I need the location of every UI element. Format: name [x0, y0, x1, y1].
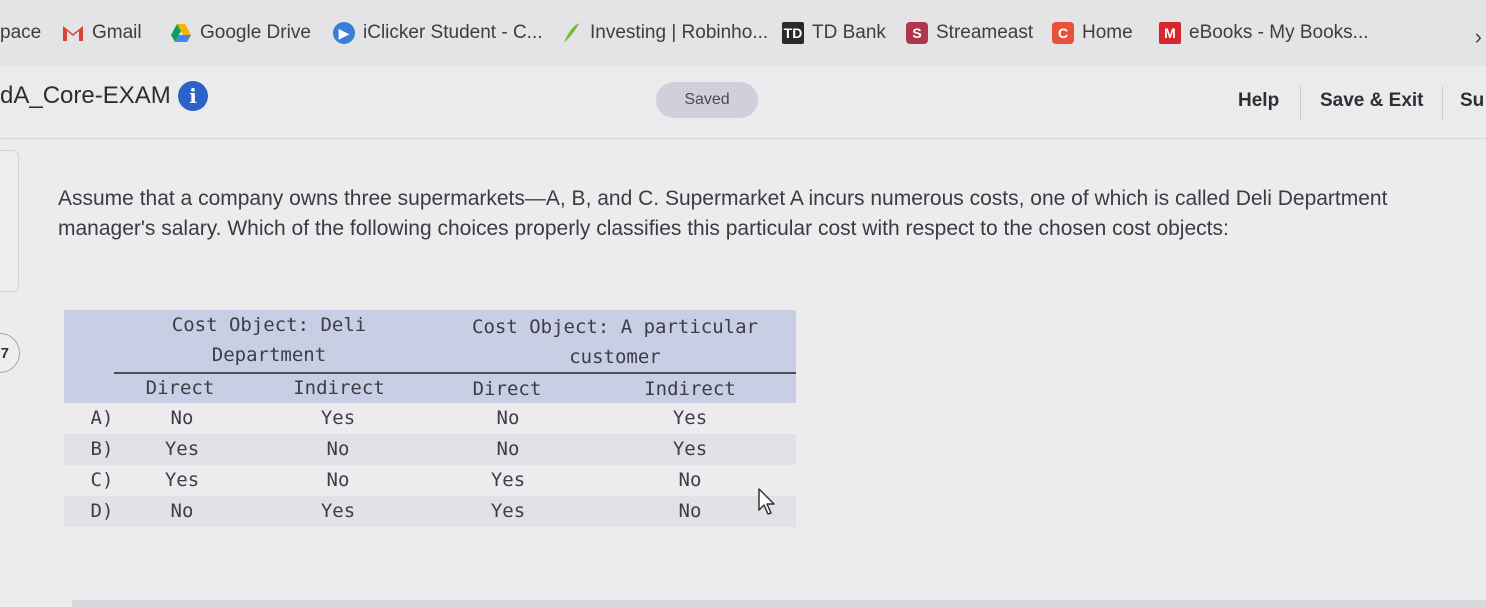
save-exit-button[interactable]: Save & Exit	[1320, 90, 1424, 112]
bookmark-label: iClicker Student - C...	[363, 22, 543, 43]
table-cell: No	[326, 469, 350, 491]
column-header-direct: Direct	[145, 377, 215, 399]
divider	[1442, 86, 1443, 120]
table-cell: Yes	[490, 469, 526, 491]
table-cell: Yes	[490, 500, 526, 522]
mheducation-icon: M	[1159, 22, 1181, 44]
iclicker-icon: ▶	[333, 22, 355, 44]
bookmark-label: Home	[1082, 22, 1133, 43]
saved-status-badge: Saved	[656, 82, 758, 118]
bookmark-home[interactable]: C Home	[1052, 22, 1133, 44]
table-cell: No	[678, 469, 702, 491]
streameast-icon: S	[906, 22, 928, 44]
td-bank-icon: TD	[782, 22, 804, 44]
bookmark-td-bank[interactable]: TD TD Bank	[782, 22, 886, 44]
question-text: Assume that a company owns three superma…	[58, 187, 1388, 240]
divider	[1300, 86, 1301, 120]
question-number-badge[interactable]: 7	[0, 333, 20, 373]
footer-bar	[72, 600, 1486, 607]
table-cell: No	[170, 407, 194, 429]
submit-button[interactable]: Su	[1460, 90, 1484, 112]
group-header-customer-line2: customer	[569, 346, 661, 368]
bookmark-robinhood[interactable]: Investing | Robinho...	[560, 22, 768, 44]
bookmark-label: eBooks - My Books...	[1189, 22, 1369, 43]
bookmark-iclicker[interactable]: ▶ iClicker Student - C...	[333, 22, 543, 44]
table-row[interactable]: B) Yes No No Yes	[64, 434, 796, 465]
side-panel-edge	[0, 150, 19, 292]
table-row[interactable]: A) No Yes No Yes	[64, 403, 796, 434]
table-cell: Yes	[320, 407, 356, 429]
bookmark-google-drive[interactable]: Google Drive	[170, 22, 311, 44]
table-cell: No	[678, 500, 702, 522]
table-cell: No	[326, 438, 350, 460]
info-icon[interactable]: i	[178, 81, 208, 111]
table-cell: Yes	[164, 438, 200, 460]
bookmark-streameast[interactable]: S Streameast	[906, 22, 1033, 44]
bookmark-label: Streameast	[936, 22, 1034, 43]
bookmark-label: Google Drive	[200, 22, 311, 43]
bookmark-label: Investing | Robinho...	[590, 22, 769, 43]
option-label: A)	[90, 407, 114, 429]
bookmark-gmail[interactable]: Gmail	[62, 22, 142, 44]
gmail-icon	[62, 22, 84, 44]
table-cell: No	[496, 407, 520, 429]
bookmark-pace[interactable]: pace	[0, 22, 41, 44]
help-button[interactable]: Help	[1238, 90, 1279, 112]
exam-header: dA_Core-EXAM i Saved Help Save & Exit Su	[0, 66, 1486, 139]
chevron-right-icon[interactable]: ›	[1475, 24, 1482, 50]
exam-title: dA_Core-EXAM	[0, 82, 171, 109]
table-cell: Yes	[320, 500, 356, 522]
column-header-indirect: Indirect	[644, 378, 736, 400]
table-cell: Yes	[672, 407, 708, 429]
bookmark-ebooks[interactable]: M eBooks - My Books...	[1159, 22, 1369, 44]
table-row[interactable]: C) Yes No Yes No	[64, 465, 796, 496]
option-label: C)	[90, 469, 114, 491]
bookmark-label: TD Bank	[812, 22, 886, 43]
table-cell: Yes	[164, 469, 200, 491]
answer-table: Cost Object: Deli Department Cost Object…	[64, 310, 796, 527]
table-cell: No	[170, 500, 194, 522]
robinhood-feather-icon	[560, 22, 582, 44]
column-header-direct: Direct	[472, 378, 542, 400]
google-drive-icon	[170, 22, 192, 44]
question-area: Assume that a company owns three superma…	[0, 140, 1486, 607]
table-cell: Yes	[672, 438, 708, 460]
bookmark-label: pace	[0, 22, 42, 43]
table-header: Cost Object: Deli Department Cost Object…	[64, 310, 796, 403]
group-header-deli-line2: Department	[211, 344, 327, 366]
mouse-pointer-icon	[758, 488, 778, 521]
group-header-customer-line1: Cost Object: A particular	[472, 316, 758, 338]
bookmark-label: Gmail	[92, 22, 142, 43]
table-row[interactable]: D) No Yes Yes No	[64, 496, 796, 527]
bookmarks-bar: pace Gmail Google Drive ▶ iClicker Stude…	[0, 0, 1486, 67]
column-header-indirect: Indirect	[293, 377, 385, 399]
table-cell: No	[496, 438, 520, 460]
c-home-icon: C	[1052, 22, 1074, 44]
group-header-deli-line1: Cost Object: Deli	[171, 314, 367, 336]
option-label: B)	[90, 438, 114, 460]
option-label: D)	[90, 500, 114, 522]
